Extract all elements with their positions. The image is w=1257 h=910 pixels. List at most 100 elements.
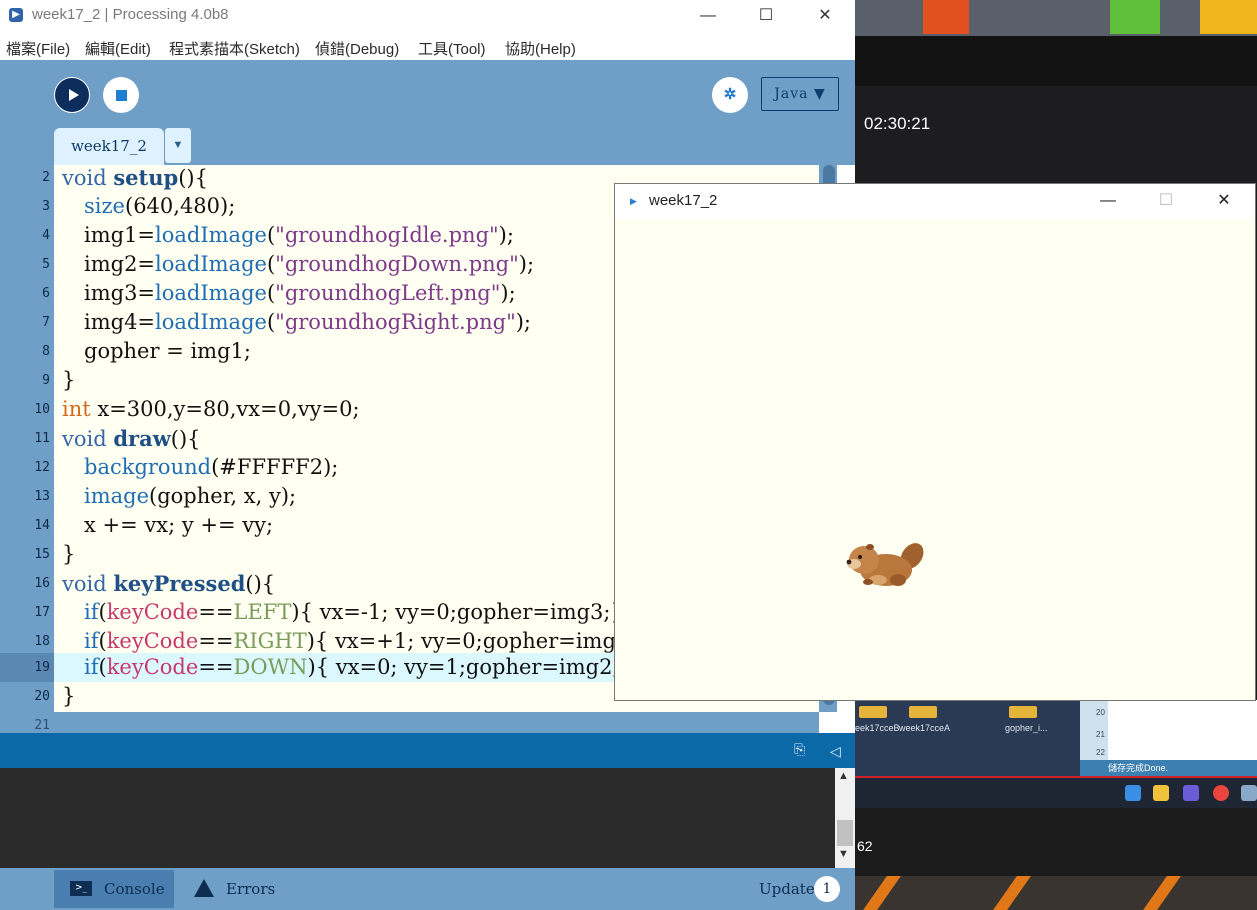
line-number: 6 — [42, 286, 50, 301]
menu-tool[interactable]: 工具(Tool) — [418, 38, 486, 59]
debugger-icon[interactable]: ✲ — [712, 77, 748, 113]
start-icon[interactable] — [1125, 785, 1141, 801]
app-shortcut-tile[interactable] — [1110, 0, 1160, 34]
code-text: background(#FFFFF2); — [84, 455, 339, 479]
tab-menu-icon[interactable]: ▼ — [165, 128, 191, 163]
line-number: 17 — [34, 605, 50, 620]
console-icon: >_ — [70, 881, 92, 896]
desktop-floor-strip — [855, 876, 1257, 910]
line-number: 11 — [34, 431, 50, 446]
badge-number: 62 — [857, 838, 873, 854]
collapse-panel-icon[interactable]: ◁ — [830, 743, 841, 760]
tab-console[interactable]: >_ Console — [54, 870, 174, 908]
code-text: gopher = img1; — [84, 339, 251, 363]
folder-label: eek17cceB — [855, 723, 900, 733]
close-icon[interactable]: ✕ — [805, 2, 845, 30]
timer-text: 02:30:21 — [864, 114, 931, 133]
console-tab-label: Console — [104, 880, 165, 898]
folder-label: week17cceA — [899, 723, 951, 733]
close-icon[interactable]: ✕ — [1196, 184, 1252, 218]
menu-edit[interactable]: 編輯(Edit) — [85, 38, 151, 59]
office-app-tile[interactable] — [923, 0, 969, 34]
menu-file[interactable]: 檔案(File) — [6, 38, 70, 59]
line-number: 19 — [34, 660, 50, 675]
tab-week17-2[interactable]: week17_2 — [54, 128, 164, 165]
folder-icon[interactable] — [1009, 706, 1037, 718]
code-text: } — [62, 368, 76, 392]
line-number: 12 — [34, 460, 50, 475]
code-text: if(keyCode==DOWN){ vx=0; vy=1;gopher=img… — [84, 655, 633, 679]
code-text: if(keyCode==LEFT){ vx=-1; vy=0;gopher=im… — [84, 600, 624, 624]
line-number: 20 — [34, 689, 50, 704]
minimize-icon[interactable]: — — [1080, 184, 1136, 218]
status-bar — [0, 733, 855, 768]
copy-output-icon[interactable]: ⎘ — [794, 741, 812, 759]
desktop-bottom-area — [855, 808, 1257, 876]
updates-label[interactable]: Updates — [759, 870, 822, 908]
maximize-icon[interactable]: ☐ — [1138, 184, 1194, 218]
line-number: 7 — [42, 315, 50, 330]
tab-errors[interactable]: Errors — [190, 870, 310, 908]
stop-button[interactable] — [103, 77, 139, 113]
line-number: 15 — [34, 547, 50, 562]
folder-icon[interactable] — [909, 706, 937, 718]
line-number: 10 — [34, 402, 50, 417]
line-number: 14 — [34, 518, 50, 533]
code-text: image(gopher, x, y); — [84, 484, 297, 508]
console-output[interactable] — [0, 768, 835, 868]
code-text: if(keyCode==RIGHT){ vx=+1; vy=0;gopher=i… — [84, 629, 650, 653]
line-number: 9 — [42, 373, 50, 388]
menu-sketch[interactable]: 程式素描本(Sketch) — [169, 38, 300, 59]
mini-status-text: 儲存完成Done. — [1080, 760, 1257, 776]
timer-panel — [855, 86, 1257, 186]
code-text: } — [62, 542, 76, 566]
line-number: 5 — [42, 257, 50, 272]
line-number: 2 — [42, 170, 50, 185]
line-number: 18 — [34, 634, 50, 649]
scroll-up-icon[interactable]: ▲ — [838, 770, 849, 782]
code-text: int x=300,y=80,vx=0,vy=0; — [62, 397, 360, 421]
code-text: img2=loadImage("groundhogDown.png"); — [84, 252, 535, 276]
groundhog-sprite — [846, 543, 924, 586]
code-text: x += vx; y += vy; — [84, 513, 274, 537]
code-text: void draw(){ — [62, 426, 201, 451]
updates-count-badge[interactable]: 1 — [814, 876, 840, 902]
mode-selector[interactable]: Java ▼ — [761, 77, 839, 111]
window-title: week17_2 | Processing 4.0b8 — [32, 6, 229, 23]
processing-app-icon: ▶ — [9, 8, 23, 22]
code-text: img1=loadImage("groundhogIdle.png"); — [84, 223, 514, 247]
code-text: } — [62, 684, 76, 708]
mini-editor-gutter: 20 21 22 — [1080, 700, 1108, 760]
errors-tab-label: Errors — [226, 880, 276, 898]
console-scroll-thumb[interactable] — [837, 820, 853, 846]
menu-help[interactable]: 協助(Help) — [505, 38, 576, 59]
folder-label: gopher_i... — [1005, 723, 1048, 733]
code-text: img3=loadImage("groundhogLeft.png"); — [84, 281, 516, 305]
sketch-canvas[interactable] — [615, 218, 1255, 700]
desktop-top-strip — [855, 0, 1257, 36]
maximize-icon[interactable]: ☐ — [746, 2, 786, 30]
sketch-window-title: week17_2 — [649, 192, 718, 209]
code-text: size(640,480); — [84, 194, 236, 218]
file-explorer-icon[interactable] — [1153, 785, 1169, 801]
menubar: 檔案(File) 編輯(Edit) 程式素描本(Sketch) 偵錯(Debug… — [0, 32, 855, 60]
code-text: void setup(){ — [62, 165, 208, 190]
run-button[interactable] — [54, 77, 90, 113]
line-number: 8 — [42, 344, 50, 359]
folder-icon[interactable] — [859, 706, 887, 718]
line-number: 3 — [42, 199, 50, 214]
desktop-dark-area — [855, 36, 1257, 86]
app-icon[interactable] — [1241, 785, 1257, 801]
line-number: 16 — [34, 576, 50, 591]
line-number: 13 — [34, 489, 50, 504]
line-number: 4 — [42, 228, 50, 243]
taskbar — [855, 776, 1257, 810]
menu-debug[interactable]: 偵錯(Debug) — [315, 38, 399, 59]
teams-icon[interactable] — [1183, 785, 1199, 801]
scroll-down-icon[interactable]: ▼ — [838, 848, 849, 860]
chrome-icon[interactable] — [1213, 785, 1229, 801]
code-text: img4=loadImage("groundhogRight.png"); — [84, 310, 532, 334]
processing-app-icon: ▶ — [630, 196, 637, 206]
app-shortcut-tile[interactable] — [1200, 0, 1257, 34]
minimize-icon[interactable]: — — [688, 2, 728, 30]
